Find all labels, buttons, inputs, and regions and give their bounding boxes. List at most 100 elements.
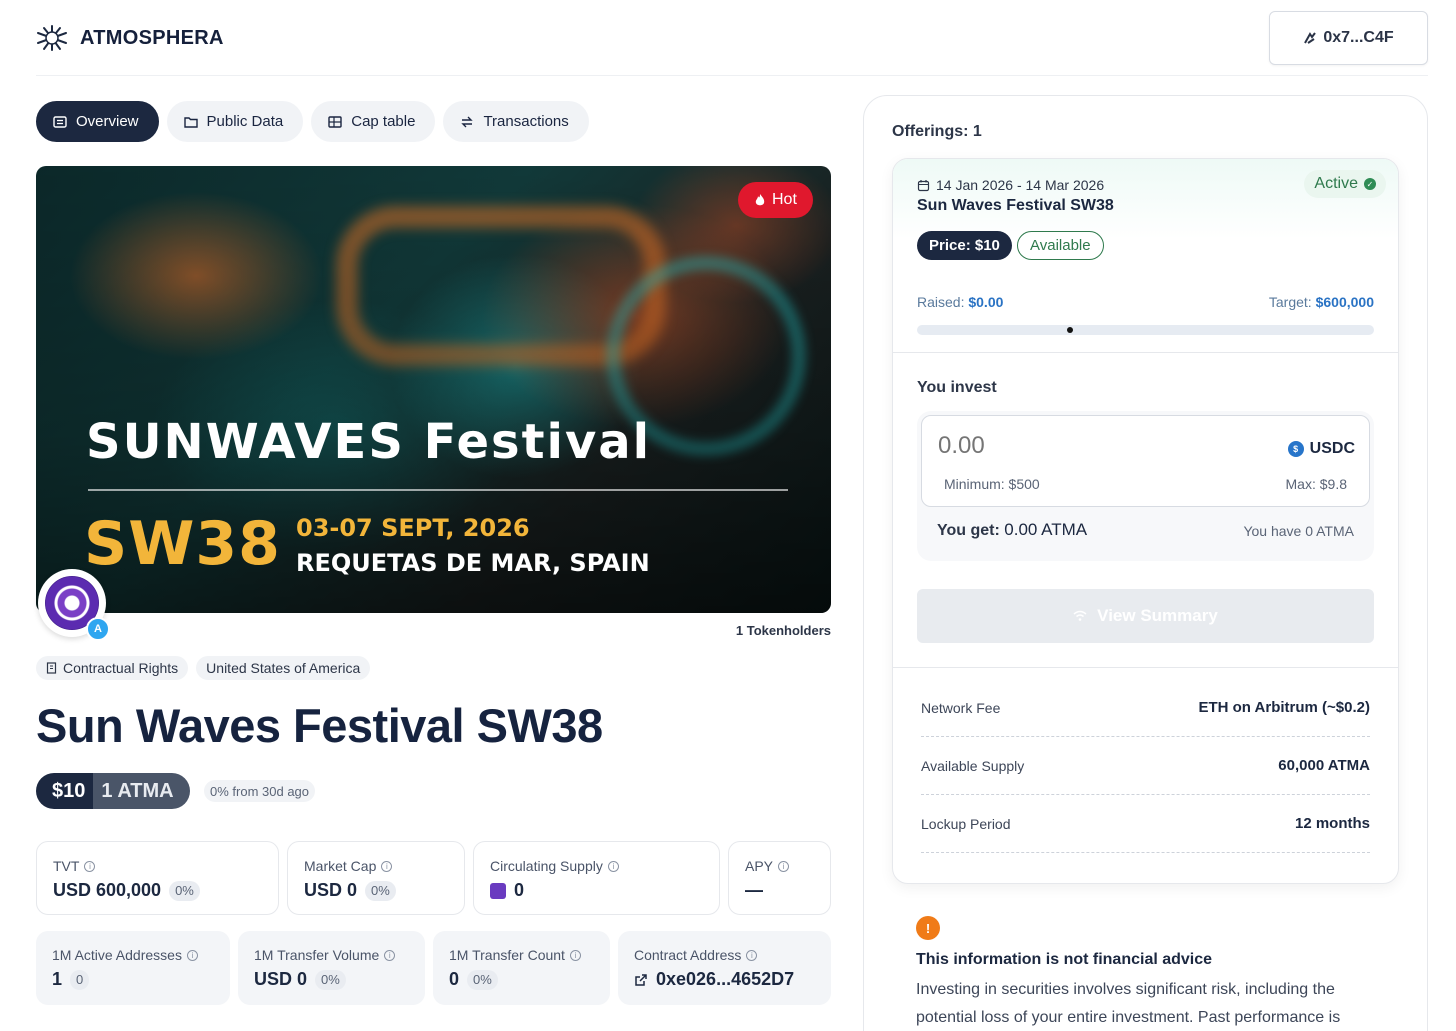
- top-header: ATMOSPHERA 0x7...C4F: [36, 0, 1428, 76]
- info-icon[interactable]: i: [746, 949, 758, 961]
- info-icon[interactable]: i: [186, 949, 198, 961]
- stat-label: 1M Active Addresses: [52, 947, 182, 963]
- disclaimer-title: This information is not financial advice: [916, 951, 1213, 968]
- wifi-icon: [1073, 610, 1087, 621]
- stat-label: Market Cap: [304, 858, 377, 874]
- detail-key: Network Fee: [921, 699, 1001, 716]
- amount-input[interactable]: [938, 432, 1238, 460]
- target-value: $600,000: [1315, 294, 1374, 310]
- transfer-icon: [461, 116, 474, 127]
- target-amount: Target: $600,000: [1269, 294, 1374, 310]
- stat-transfer-count: 1M Transfer Count i 0 0%: [433, 931, 610, 1005]
- tab-cap-table[interactable]: Cap table: [311, 101, 436, 142]
- stat-label: 1M Transfer Count: [449, 947, 565, 963]
- tokenholders-count[interactable]: 1 Tokenholders: [736, 623, 831, 638]
- stat-value: 0: [449, 969, 460, 989]
- stat-change: 0%: [365, 880, 396, 901]
- detail-network-fee: Network Fee ETH on Arbitrum (~$0.2): [921, 679, 1370, 737]
- banner-code: SW38: [84, 509, 281, 579]
- hot-badge-label: Hot: [772, 191, 797, 208]
- progress-marker: [1067, 327, 1073, 333]
- external-link-icon: [635, 973, 647, 986]
- verified-icon: A: [86, 617, 110, 641]
- wallet-icon: [1304, 32, 1317, 44]
- stat-label: Circulating Supply: [490, 858, 603, 874]
- availability-tag: Available: [1017, 231, 1104, 260]
- folder-icon: [183, 116, 198, 128]
- check-circle-icon: ✓: [1364, 178, 1376, 190]
- info-icon[interactable]: i: [778, 860, 790, 872]
- info-icon[interactable]: i: [84, 860, 96, 872]
- brand-name: ATMOSPHERA: [80, 26, 224, 49]
- stat-label: APY: [745, 858, 774, 874]
- raised-amount: Raised: $0.00: [917, 294, 1003, 310]
- contract-address-link[interactable]: 0xe026...4652D7: [634, 969, 815, 990]
- stat-change: 0%: [315, 969, 346, 990]
- stat-value: USD 600,000: [53, 880, 162, 900]
- raised-value: $0.00: [968, 294, 1004, 310]
- tab-bar: Overview Public Data Cap table Transacti…: [36, 101, 589, 142]
- warning-icon: !: [916, 916, 940, 940]
- usdc-icon: $: [1287, 441, 1304, 457]
- stat-value: USD 0: [304, 880, 358, 900]
- wallet-button[interactable]: 0x7...C4F: [1269, 11, 1428, 65]
- offering-card: 14 Jan 2026 - 14 Mar 2026 Sun Waves Fest…: [892, 158, 1399, 884]
- amount-field: $ USDC Minimum: $500 Max: $9.8: [921, 415, 1370, 507]
- maximum-amount[interactable]: Max: $9.8: [1286, 476, 1347, 492]
- offering-dates: 14 Jan 2026 - 14 Mar 2026: [917, 177, 1104, 193]
- building-icon: [46, 662, 57, 674]
- you-get-value: 0.00 ATMA: [1004, 520, 1088, 539]
- funding-progress-bar: [917, 325, 1374, 335]
- info-icon[interactable]: i: [569, 949, 581, 961]
- invest-box: $ USDC Minimum: $500 Max: $9.8 You get: …: [917, 411, 1374, 561]
- divider: [893, 667, 1398, 668]
- you-get-label: You get:: [937, 522, 1000, 539]
- calendar-icon: [917, 179, 930, 191]
- view-summary-label: View Summary: [1097, 606, 1218, 625]
- tab-overview[interactable]: Overview: [36, 101, 159, 142]
- tab-label: Public Data: [206, 113, 284, 130]
- info-icon[interactable]: i: [381, 860, 393, 872]
- stat-circulating-supply: Circulating Supply i 0: [473, 841, 720, 915]
- token-amount: 1 ATMA: [93, 773, 190, 809]
- stat-label: 1M Transfer Volume: [254, 947, 380, 963]
- banner-location: REQUETAS DE MAR, SPAIN: [296, 549, 650, 577]
- detail-available-supply: Available Supply 60,000 ATMA: [921, 737, 1370, 795]
- stat-active-addresses: 1M Active Addresses i 10: [36, 931, 230, 1005]
- asset-title: Sun Waves Festival SW38: [36, 699, 603, 752]
- detail-lockup-period: Lockup Period 12 months: [921, 795, 1370, 853]
- price-tag: Price: $10: [917, 231, 1012, 260]
- detail-key: Available Supply: [921, 757, 1025, 774]
- token-icon: [490, 882, 506, 899]
- stat-value: USD 0: [254, 969, 308, 989]
- hero-banner: SUNWAVES Festival SW38 03-07 SEPT, 2026 …: [36, 166, 831, 613]
- stat-label: TVT: [53, 858, 80, 874]
- stat-change: 0%: [467, 969, 498, 990]
- stat-label: Contract Address: [634, 947, 742, 963]
- stat-change: 0%: [169, 880, 200, 901]
- flame-icon: [755, 194, 765, 206]
- info-icon[interactable]: i: [384, 949, 396, 961]
- tag-contractual-rights: Contractual Rights: [36, 656, 189, 680]
- tab-transactions[interactable]: Transactions: [443, 101, 589, 142]
- banner-dates: 03-07 SEPT, 2026: [296, 514, 530, 542]
- view-summary-button[interactable]: View Summary: [917, 589, 1374, 643]
- currency-selector[interactable]: $ USDC: [1287, 440, 1355, 458]
- stat-value: —: [745, 880, 763, 900]
- tab-public-data[interactable]: Public Data: [166, 101, 304, 142]
- target-label: Target:: [1268, 294, 1312, 310]
- stat-tvt: TVT i USD 600,000 0%: [36, 841, 279, 915]
- contract-address-value: 0xe026...4652D7: [656, 969, 795, 989]
- tag-label: United States of America: [206, 660, 361, 676]
- stat-apy: APY i —: [728, 841, 831, 915]
- brand[interactable]: ATMOSPHERA: [36, 24, 224, 52]
- tab-label: Cap table: [351, 113, 416, 130]
- change-badge: 0% from 30d ago: [204, 780, 316, 802]
- offering-dates-text: 14 Jan 2026 - 14 Mar 2026: [936, 177, 1105, 193]
- info-icon[interactable]: i: [607, 860, 619, 872]
- status-label: Active: [1314, 175, 1358, 192]
- currency-label: USDC: [1309, 440, 1355, 457]
- wallet-address: 0x7...C4F: [1323, 29, 1394, 46]
- detail-value: ETH on Arbitrum (~$0.2): [1198, 699, 1370, 716]
- offerings-count: Offerings: 1: [892, 123, 982, 140]
